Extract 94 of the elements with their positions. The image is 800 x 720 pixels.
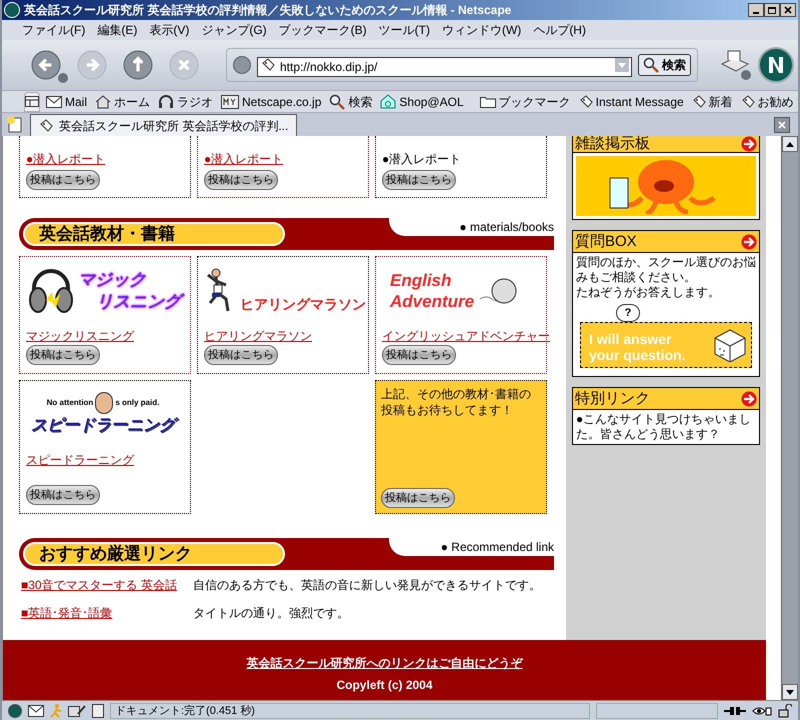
bookmark-link-icon [578, 94, 593, 108]
close-icon [778, 121, 786, 129]
address-field[interactable]: http://nokko.dip.jp/ [257, 57, 632, 77]
minimize-button[interactable] [748, 3, 764, 17]
menu-item[interactable]: 表示(V) [149, 21, 190, 39]
arrow-right-icon[interactable] [741, 234, 757, 250]
post-button[interactable]: 投稿はこちら [204, 170, 278, 190]
scroll-down-icon[interactable] [782, 684, 798, 700]
headphones-logo-drawing: マジック リスニング [26, 261, 190, 321]
search-button[interactable]: 検索 [638, 54, 691, 76]
section-title: 英会話教材・書籍 [23, 222, 285, 246]
bookmark-link-icon [692, 94, 706, 108]
browser-tab[interactable]: 英会話スクール研究所 英会話学校の評判... [30, 114, 298, 136]
question-bubble: ? [616, 304, 640, 322]
menu-item[interactable]: 編集(E) [97, 21, 138, 39]
window-title: 英会話スクール研究所 英会話学校の評判情報／失敗しないためのスクール情報 - Netscape [24, 2, 512, 19]
post-button[interactable]: 投稿はこちら [381, 488, 455, 508]
menu-item[interactable]: ファイル(F) [22, 21, 86, 39]
banner-text: I will answer your question. [589, 330, 686, 363]
recommended-link[interactable]: ■30音でマスターする 英会話 [21, 576, 193, 594]
runner-logo-drawing: ヒアリングマラソン [204, 261, 368, 321]
section-subtitle: ● materials/books [459, 219, 554, 236]
scroll-up-icon[interactable] [782, 136, 798, 152]
netscape-logo-icon [4, 2, 20, 18]
panel-text: 質問のほか、スクール選びのお悩みもご相談ください。 [576, 255, 756, 285]
book-link[interactable]: ヒアリングマラソン [204, 327, 312, 345]
post-button[interactable]: 投稿はこちら [382, 170, 456, 190]
speed-learning-logo-drawing: No attention s only paid. スピードラーニング [26, 385, 190, 445]
close-icon [784, 6, 792, 14]
eye-icon[interactable] [752, 704, 772, 716]
toolbar-bookmark[interactable]: 検索 [329, 92, 372, 110]
composer-icon[interactable] [68, 704, 86, 718]
connection-plug-icon [724, 706, 746, 716]
english-adventure-logo-drawing: English Adventure [382, 261, 546, 321]
tab-menu-icon[interactable] [24, 92, 40, 112]
link-description: タイトルの通り。強烈です。 [193, 605, 350, 622]
house-icon [95, 94, 112, 108]
search-icon [643, 57, 659, 73]
menu-item[interactable]: ヘルプ(H) [533, 21, 586, 39]
arrow-right-icon[interactable] [741, 390, 757, 406]
bookmark-link-icon [39, 118, 53, 132]
report-link[interactable]: ●潜入レポート [26, 150, 190, 168]
netscape-logo-icon[interactable] [8, 704, 22, 718]
panel-text: ●こんなサイト見つけちゃいました。皆さんどう思います？ [575, 411, 752, 443]
search-icon [329, 94, 346, 110]
post-button[interactable]: 投稿はこちら [26, 170, 100, 190]
post-button[interactable]: 投稿はこちら [26, 485, 100, 505]
book-link[interactable]: マジックリスニング [26, 327, 134, 345]
padlock-open-icon[interactable] [778, 704, 792, 718]
report-link[interactable]: ●潜入レポート [204, 150, 368, 168]
headphones-icon [158, 94, 174, 108]
maximize-button[interactable] [764, 3, 780, 17]
bookmark-link-icon [740, 94, 755, 108]
cube-character-icon [713, 328, 747, 362]
menu-item[interactable]: ジャンプ(G) [201, 21, 267, 39]
footer-link[interactable]: 英会話スクール研究所へのリンクはご自由にどうぞ [246, 654, 522, 672]
envelope-icon [46, 96, 62, 108]
section-title: おすすめ厳選リンク [23, 542, 285, 566]
scrollbar[interactable] [781, 136, 798, 700]
post-button[interactable]: 投稿はこちら [204, 345, 278, 365]
toolbar-bookmark[interactable]: Shop@AOL [380, 92, 464, 110]
note-text: 上記、その他の教材･書籍の投稿もお待ちしてます！ [381, 386, 532, 418]
arrow-right-icon[interactable] [741, 136, 757, 152]
address-book-icon[interactable] [92, 704, 104, 718]
toolbar-bookmark[interactable]: お勧め [740, 92, 794, 110]
close-button[interactable] [780, 3, 796, 17]
toolbar-bookmark[interactable]: Instant Message [578, 92, 684, 110]
copyright-text: Copyleft (c) 2004 [336, 677, 433, 694]
book-link[interactable]: イングリッシュアドベンチャー [382, 327, 550, 345]
toolbar-bookmark[interactable]: ホーム [95, 92, 150, 110]
house-at-icon [380, 94, 396, 109]
toolbar-bookmark[interactable]: ブックマーク [480, 92, 571, 110]
post-button[interactable]: 投稿はこちら [382, 345, 456, 365]
close-tab-button[interactable] [774, 117, 790, 133]
my-badge-icon [221, 94, 240, 108]
panel-text: たねぞうがお答えします。 [576, 285, 721, 300]
toolbar-bookmark[interactable]: ラジオ [158, 92, 214, 110]
toolbar-bookmark[interactable]: Netscape.co.jp [221, 92, 322, 110]
menu-item[interactable]: ウィンドウ(W) [442, 21, 522, 39]
section-subtitle: ● Recommended link [440, 539, 554, 556]
toolbar-bookmark[interactable]: Mail [46, 92, 88, 110]
status-text: ドキュメント:完了(0.451 秒) [110, 702, 590, 718]
bookmark-link-icon [261, 58, 275, 72]
menu-item[interactable]: ブックマーク(B) [278, 21, 367, 39]
toolbar-bookmark[interactable]: 新着 [692, 92, 733, 110]
post-button[interactable]: 投稿はこちら [26, 345, 100, 365]
menu-item[interactable]: ツール(T) [378, 21, 430, 39]
new-tab-icon[interactable] [6, 115, 24, 133]
folder-icon [480, 95, 496, 108]
link-description: 自信のある方でも、英語の音に新しい発見ができるサイトです。 [193, 577, 542, 594]
recommended-link[interactable]: ■英語･発音･語彙 [21, 604, 193, 622]
netscape-logo-icon[interactable] [758, 47, 794, 83]
book-link[interactable]: スピードラーニング [26, 451, 134, 469]
envelope-icon [28, 704, 44, 716]
